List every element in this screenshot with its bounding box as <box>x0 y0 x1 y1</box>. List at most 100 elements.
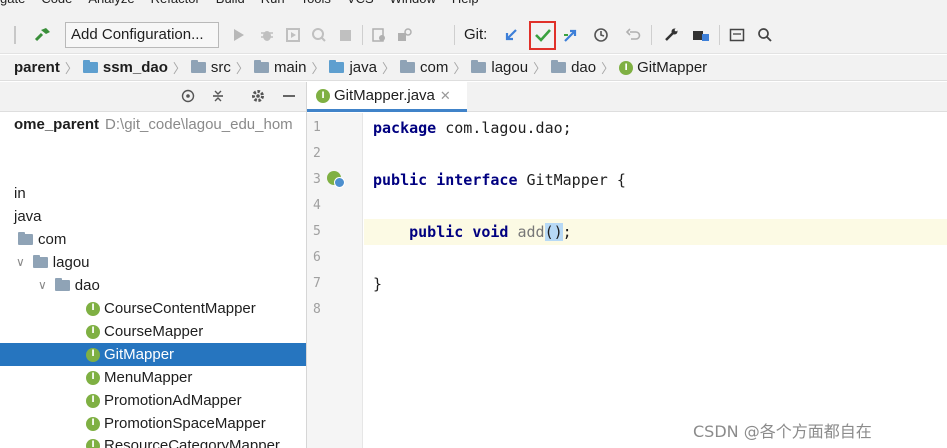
menu-item[interactable]: VCS <box>347 0 374 6</box>
breadcrumb-item-ssm-dao[interactable]: ssm_dao 〉 <box>82 58 191 77</box>
code-editor[interactable]: package com.lagou.dao; public interface … <box>364 113 947 448</box>
tree-item-coursemapper[interactable]: I CourseMapper <box>0 320 306 343</box>
interface-icon: I <box>86 438 100 448</box>
interface-icon: I <box>316 88 330 103</box>
breadcrumb-label: main <box>273 59 307 76</box>
code-line-7: } <box>364 271 947 297</box>
tree-item-label: MenuMapper <box>104 369 193 386</box>
breadcrumb-item-parent[interactable]: parent 〉 <box>14 58 83 77</box>
stop-icon[interactable] <box>334 16 356 54</box>
menu-item[interactable]: Window <box>390 0 436 6</box>
interface-icon: I <box>619 60 634 75</box>
keyword: public <box>409 223 464 241</box>
tree-item-label: CourseMapper <box>104 323 204 340</box>
breadcrumb-item-java[interactable]: java 〉 <box>329 58 400 77</box>
chevron-right-icon: 〉 <box>172 61 186 76</box>
terminal-window-icon[interactable] <box>726 16 748 54</box>
gear-icon[interactable] <box>250 88 266 108</box>
menu-item[interactable]: Tools <box>301 0 331 6</box>
package-icon <box>32 255 48 268</box>
breadcrumb-label: ssm_dao <box>102 59 168 76</box>
build-hammer-icon[interactable] <box>30 16 56 54</box>
profile-icon[interactable] <box>308 16 330 54</box>
close-icon[interactable]: ✕ <box>440 88 451 104</box>
tree-item-dao[interactable]: ∨ dao <box>0 274 306 297</box>
hide-panel-icon[interactable] <box>282 88 296 108</box>
menu-item[interactable]: Help <box>452 0 479 6</box>
breadcrumb-item-lagou[interactable]: lagou 〉 <box>471 58 551 77</box>
chevron-right-icon: 〉 <box>601 61 615 76</box>
coverage-search-icon[interactable] <box>394 16 416 54</box>
implementation-gutter-icon[interactable] <box>327 171 345 188</box>
breadcrumb-item-gitmapper[interactable]: I GitMapper <box>619 59 707 76</box>
vcs-update-icon[interactable] <box>500 16 522 54</box>
menu-item[interactable]: Refactor <box>151 0 200 6</box>
tree-item-resourcecategorymapper[interactable]: I ResourceCategoryMapper <box>0 434 306 448</box>
tree-item-promotionspacemapper[interactable]: I PromotionSpaceMapper <box>0 412 306 435</box>
breadcrumb-item-src[interactable]: src 〉 <box>190 58 254 77</box>
tree-root-item[interactable]: ome_parent D:\git_code\lagou_edu_hom <box>0 113 306 136</box>
line-number: 7 <box>313 276 321 291</box>
tree-item-label: in <box>14 185 26 202</box>
commit-highlight-box <box>529 21 556 50</box>
main-toolbar: Add Configuration... Git: <box>0 16 947 54</box>
breadcrumb-item-dao[interactable]: dao 〉 <box>551 58 619 77</box>
chevron-right-icon: 〉 <box>453 61 467 76</box>
locate-target-icon[interactable] <box>180 88 196 108</box>
tree-root-path: D:\git_code\lagou_edu_hom <box>105 116 293 133</box>
chevron-down-icon[interactable]: ∨ <box>38 274 47 297</box>
line-number: 8 <box>313 302 321 317</box>
project-structure-icon[interactable] <box>690 16 712 54</box>
code-text: } <box>373 275 383 293</box>
tree-item-java[interactable]: java <box>0 205 306 228</box>
menu-item[interactable]: Build <box>216 0 245 6</box>
interface-icon: I <box>86 416 100 431</box>
breadcrumb-item-main[interactable]: main 〉 <box>253 58 330 77</box>
chevron-down-icon[interactable]: ∨ <box>16 251 25 274</box>
chevron-right-icon: 〉 <box>235 61 249 76</box>
run-icon[interactable] <box>228 16 250 54</box>
toolbar-separator <box>719 25 720 45</box>
package-icon <box>551 60 567 73</box>
tree-item-lagou[interactable]: ∨ lagou <box>0 251 306 274</box>
tree-item-in[interactable]: in <box>0 182 306 205</box>
tree-item-label: GitMapper <box>104 346 175 363</box>
menu-item[interactable]: Code <box>41 0 72 6</box>
tree-item-gitmapper[interactable]: I GitMapper <box>0 343 306 366</box>
menu-item[interactable]: Analyze <box>88 0 134 6</box>
breadcrumb-label: java <box>349 59 377 76</box>
attach-debugger-icon[interactable] <box>368 16 390 54</box>
settings-wrench-icon[interactable] <box>660 16 682 54</box>
menu-items: gate Code Analyze Refactor Build Run Tools VCS W… <box>0 0 495 6</box>
add-configuration-button[interactable]: Add Configuration... <box>65 22 219 48</box>
search-icon[interactable] <box>754 16 776 54</box>
tree-item-label: java <box>14 208 42 225</box>
tree-item-coursecontentmapper[interactable]: I CourseContentMapper <box>0 297 306 320</box>
collapse-all-icon[interactable] <box>210 88 226 108</box>
debug-icon[interactable] <box>256 16 278 54</box>
code-line-3: public interface GitMapper { <box>364 167 947 193</box>
code-line-1: package com.lagou.dao; <box>364 115 947 141</box>
breadcrumb-label: dao <box>571 59 597 76</box>
tree-item-com[interactable]: com <box>0 228 306 251</box>
menu-item[interactable]: gate <box>0 0 25 6</box>
run-coverage-icon[interactable] <box>282 16 304 54</box>
breadcrumb: parent 〉 ssm_dao 〉 src 〉 main 〉 java 〉 com 〉 l… <box>0 55 947 81</box>
vcs-push-icon[interactable] <box>560 16 582 54</box>
tree-item-menumapper[interactable]: I MenuMapper <box>0 366 306 389</box>
history-clock-icon[interactable] <box>590 16 612 54</box>
editor-gutter: 1 2 3 4 5 6 7 8 <box>307 113 363 448</box>
interface-icon: I <box>86 393 100 408</box>
keyword: public <box>373 171 428 189</box>
breadcrumb-item-com[interactable]: com 〉 <box>400 58 471 77</box>
tab-gitmapper-java[interactable]: I GitMapper.java ✕ <box>307 82 467 112</box>
menu-item[interactable]: Run <box>261 0 285 6</box>
editor-tab-bar: I GitMapper.java ✕ <box>307 82 947 112</box>
chevron-right-icon: 〉 <box>533 61 547 76</box>
code-text: com.lagou.dao; <box>436 119 572 137</box>
rollback-icon[interactable] <box>622 16 644 54</box>
tree-item-promotionadmapper[interactable]: I PromotionAdMapper <box>0 389 306 412</box>
method-name: add <box>517 223 545 241</box>
breadcrumb-label: lagou <box>491 59 529 76</box>
module-folder-icon <box>82 60 98 73</box>
